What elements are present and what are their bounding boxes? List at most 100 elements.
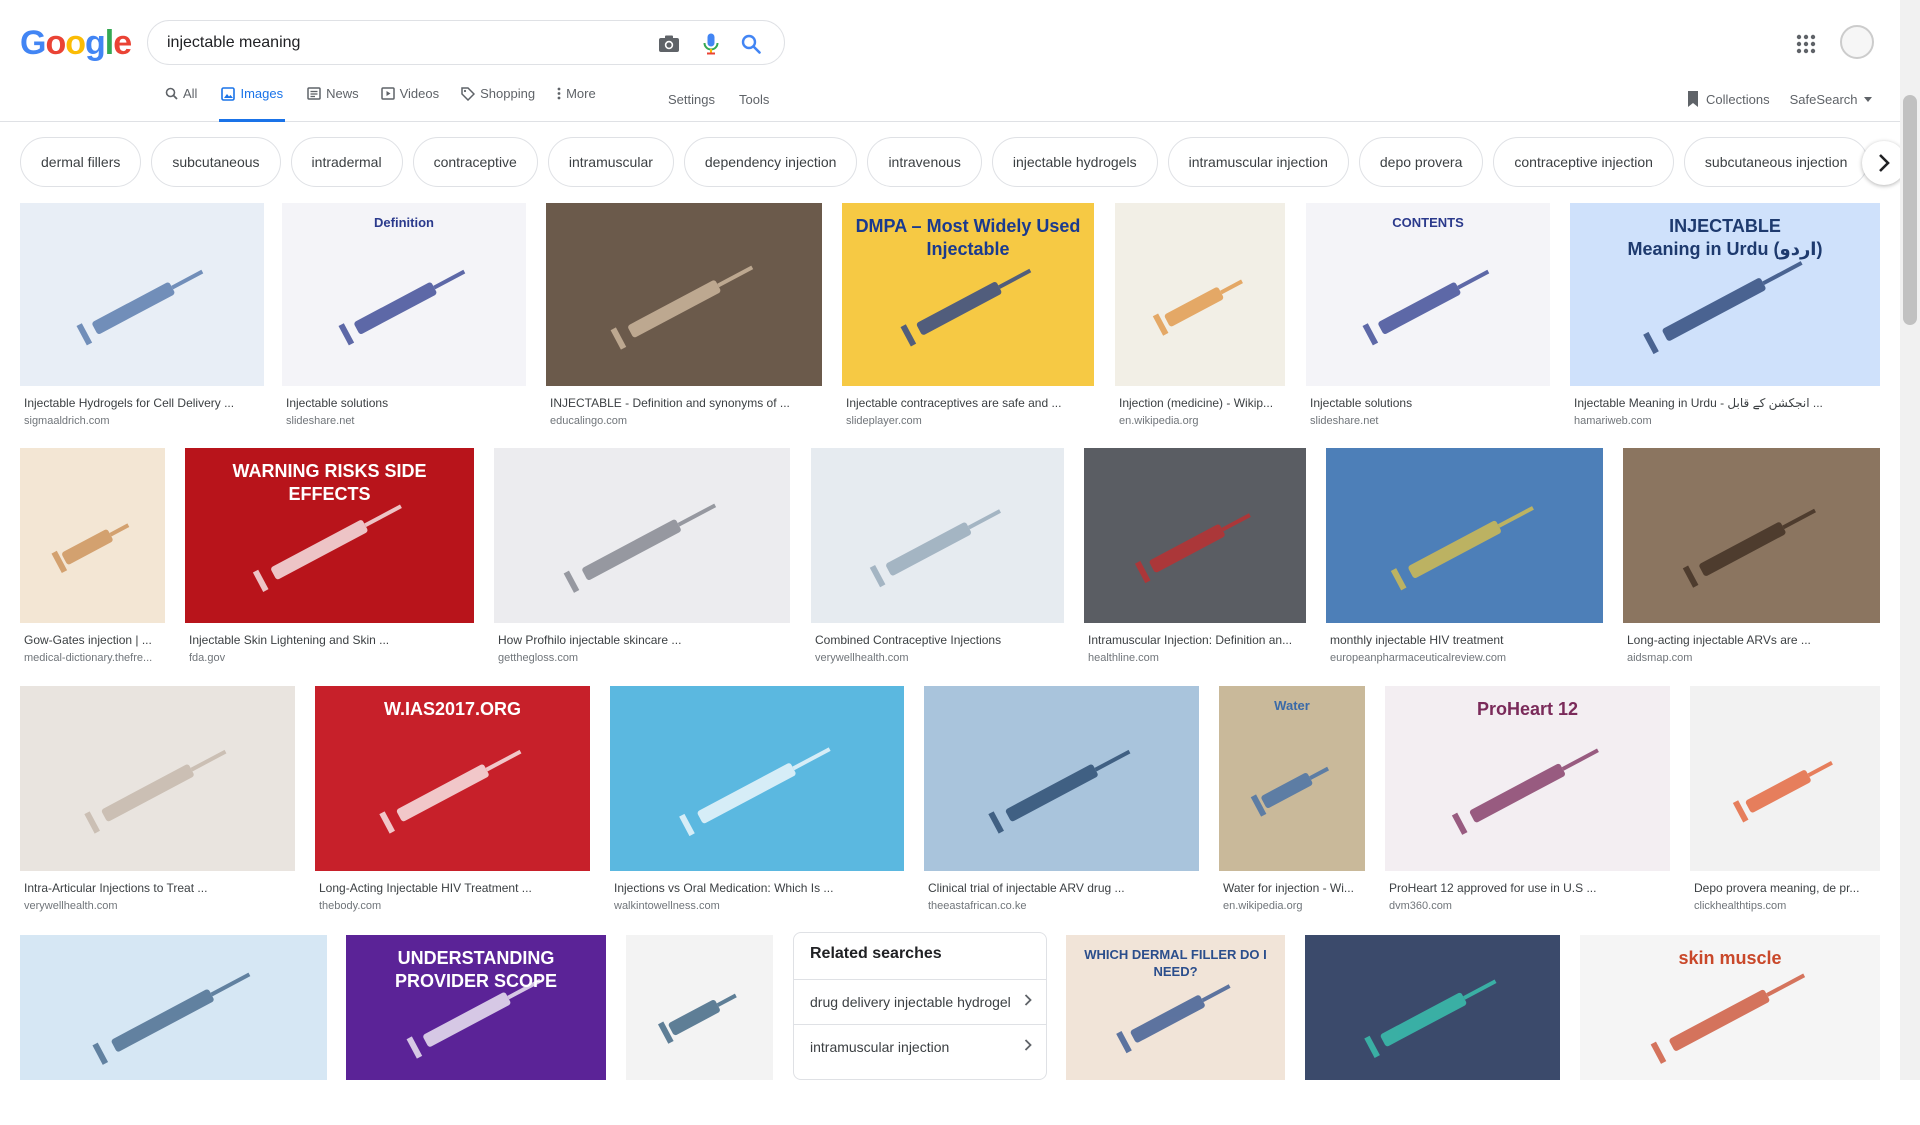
result-title[interactable]: INJECTABLE - Definition and synonyms of …	[550, 396, 818, 410]
chip[interactable]: subcutaneous injection	[1683, 137, 1869, 187]
image-result[interactable]: Injection (medicine) - Wikip... en.wikipe…	[1115, 203, 1285, 431]
safesearch-dropdown[interactable]: SafeSearch	[1790, 92, 1872, 107]
result-thumbnail[interactable]	[1623, 448, 1880, 623]
result-source[interactable]: slideshare.net	[286, 415, 522, 427]
result-title[interactable]: Injection (medicine) - Wikip...	[1119, 396, 1281, 410]
result-title[interactable]: Injectable Hydrogels for Cell Delivery .…	[24, 396, 260, 410]
image-result[interactable]: Clinical trial of injectable ARV drug ..…	[924, 686, 1199, 916]
result-thumbnail[interactable]	[1084, 448, 1306, 623]
chip[interactable]: subcutaneous	[151, 137, 281, 187]
chip[interactable]: intramuscular injection	[1167, 137, 1349, 187]
search-icon[interactable]	[739, 32, 763, 56]
image-result[interactable]: Injectable Hydrogels for Cell Delivery .…	[20, 203, 264, 431]
result-source[interactable]: educalingo.com	[550, 415, 818, 427]
result-source[interactable]: en.wikipedia.org	[1119, 415, 1281, 427]
result-source[interactable]: dvm360.com	[1389, 900, 1666, 912]
image-result[interactable]: Water Water for injection - Wi... en.wikip…	[1219, 686, 1365, 916]
result-thumbnail[interactable]: DMPA – Most Widely Used Injectable	[842, 203, 1094, 386]
result-source[interactable]: clickhealthtips.com	[1694, 900, 1876, 912]
result-thumbnail[interactable]: Water	[1219, 686, 1365, 871]
result-source[interactable]: sigmaaldrich.com	[24, 415, 260, 427]
chip[interactable]: contraceptive	[412, 137, 538, 187]
result-source[interactable]: medical-dictionary.thefre...	[24, 652, 161, 664]
result-title[interactable]: Combined Contraceptive Injections	[815, 633, 1060, 647]
result-title[interactable]: Injectable solutions	[286, 396, 522, 410]
result-source[interactable]: fda.gov	[189, 652, 470, 664]
result-title[interactable]: Injectable Meaning in Urdu - انجکشن کے ق…	[1574, 396, 1876, 410]
result-title[interactable]: Long-Acting Injectable HIV Treatment ...	[319, 881, 586, 895]
result-source[interactable]: slideplayer.com	[846, 415, 1090, 427]
related-search-item[interactable]: intramuscular injection	[794, 1024, 1046, 1068]
image-result[interactable]: UNDERSTANDING PROVIDER SCOPE	[346, 935, 606, 1125]
image-result[interactable]: How Profhilo injectable skincare ... gett…	[494, 448, 790, 668]
result-thumbnail[interactable]: UNDERSTANDING PROVIDER SCOPE	[346, 935, 606, 1080]
result-thumbnail[interactable]	[610, 686, 904, 871]
tab-more[interactable]: More	[557, 86, 596, 122]
avatar[interactable]	[1840, 25, 1874, 59]
image-result[interactable]: INJECTABLE Meaning in Urdu (اردو) Injecta…	[1570, 203, 1880, 431]
camera-icon[interactable]	[657, 32, 681, 56]
collections-link[interactable]: Collections	[1686, 91, 1770, 107]
tab-videos[interactable]: Videos	[380, 86, 439, 122]
chip[interactable]: depo provera	[1358, 137, 1484, 187]
apps-grid-icon[interactable]	[1794, 32, 1818, 56]
result-source[interactable]: slideshare.net	[1310, 415, 1546, 427]
tools-link[interactable]: Tools	[739, 92, 769, 107]
image-result[interactable]: WHICH DERMAL FILLER DO I NEED?	[1066, 935, 1285, 1125]
mic-icon[interactable]	[699, 32, 723, 56]
result-thumbnail[interactable]	[546, 203, 822, 386]
result-title[interactable]: Gow-Gates injection | ...	[24, 633, 161, 647]
result-source[interactable]: thebody.com	[319, 900, 586, 912]
result-title[interactable]: Clinical trial of injectable ARV drug ..…	[928, 881, 1195, 895]
result-thumbnail[interactable]: WHICH DERMAL FILLER DO I NEED?	[1066, 935, 1285, 1080]
result-thumbnail[interactable]	[1690, 686, 1880, 871]
image-result[interactable]: INJECTABLE - Definition and synonyms of …	[546, 203, 822, 431]
chip[interactable]: intramuscular	[547, 137, 674, 187]
related-search-item[interactable]: drug delivery injectable hydrogel	[794, 979, 1046, 1023]
result-thumbnail[interactable]	[811, 448, 1064, 623]
image-result[interactable]: WARNING RISKS SIDE EFFECTS Injectable Ski…	[185, 448, 474, 668]
result-source[interactable]: theeastafrican.co.ke	[928, 900, 1195, 912]
image-result[interactable]: Intramuscular Injection: Definition an..…	[1084, 448, 1306, 668]
chip[interactable]: dermal fillers	[20, 137, 142, 187]
result-thumbnail[interactable]: CONTENTS	[1306, 203, 1550, 386]
image-result[interactable]	[20, 935, 327, 1125]
tab-news[interactable]: News	[307, 86, 359, 122]
result-thumbnail[interactable]: skin muscle	[1580, 935, 1880, 1080]
google-logo[interactable]: Google	[20, 24, 132, 63]
result-title[interactable]: Water for injection - Wi...	[1223, 881, 1361, 895]
image-result[interactable]	[1305, 935, 1560, 1125]
result-thumbnail[interactable]: Definition	[282, 203, 526, 386]
result-thumbnail[interactable]	[20, 935, 327, 1080]
result-thumbnail[interactable]	[626, 935, 773, 1080]
image-result[interactable]	[626, 935, 773, 1125]
image-result[interactable]: Definition Injectable solutions slideshare…	[282, 203, 526, 431]
result-thumbnail[interactable]	[924, 686, 1199, 871]
result-source[interactable]: hamariweb.com	[1574, 415, 1876, 427]
image-result[interactable]: monthly injectable HIV treatment european…	[1326, 448, 1603, 668]
result-title[interactable]: monthly injectable HIV treatment	[1330, 633, 1599, 647]
result-thumbnail[interactable]: WARNING RISKS SIDE EFFECTS	[185, 448, 474, 623]
image-result[interactable]: CONTENTS Injectable solutions slideshare.n…	[1306, 203, 1550, 431]
result-thumbnail[interactable]	[20, 686, 295, 871]
tab-images[interactable]: Images	[219, 86, 286, 122]
chip[interactable]: injectable hydrogels	[991, 137, 1158, 187]
result-thumbnail[interactable]	[20, 448, 165, 623]
chip[interactable]: intravenous	[867, 137, 982, 187]
result-thumbnail[interactable]	[20, 203, 264, 386]
result-source[interactable]: en.wikipedia.org	[1223, 900, 1361, 912]
result-thumbnail[interactable]: W.IAS2017.ORG	[315, 686, 590, 871]
result-source[interactable]: verywellhealth.com	[24, 900, 291, 912]
result-source[interactable]: getthegloss.com	[498, 652, 786, 664]
result-thumbnail[interactable]	[494, 448, 790, 623]
result-source[interactable]: healthline.com	[1088, 652, 1302, 664]
result-thumbnail[interactable]: ProHeart 12	[1385, 686, 1670, 871]
result-title[interactable]: How Profhilo injectable skincare ...	[498, 633, 786, 647]
result-thumbnail[interactable]	[1305, 935, 1560, 1080]
result-source[interactable]: verywellhealth.com	[815, 652, 1060, 664]
image-result[interactable]: Injections vs Oral Medication: Which Is …	[610, 686, 904, 916]
image-result[interactable]: skin muscle	[1580, 935, 1880, 1125]
image-result[interactable]: Combined Contraceptive Injections verywel…	[811, 448, 1064, 668]
settings-link[interactable]: Settings	[668, 92, 715, 107]
result-title[interactable]: Injectable solutions	[1310, 396, 1546, 410]
